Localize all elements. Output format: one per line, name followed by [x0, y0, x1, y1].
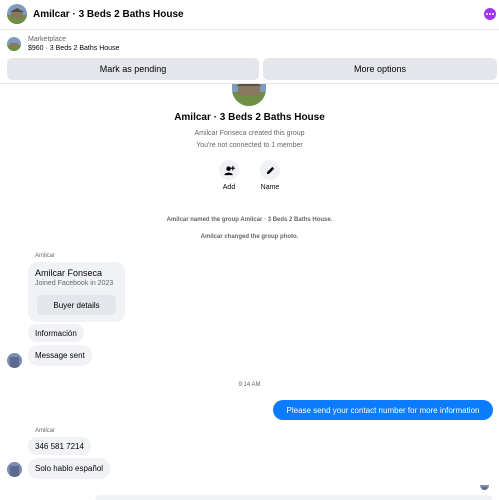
more-options-button[interactable]: More options: [263, 58, 497, 80]
group-name: Amilcar · 3 Beds 2 Baths House: [174, 112, 325, 123]
group-photo: [232, 84, 266, 106]
marketplace-bar: Marketplace $960 · 3 Beds 2 Baths House …: [0, 31, 499, 84]
sender-avatar[interactable]: [7, 353, 22, 368]
add-label: Add: [222, 184, 236, 191]
group-avatar[interactable]: [7, 4, 27, 24]
add-member-button[interactable]: Add: [209, 160, 249, 191]
connection-status-text: You're not connected to 1 member: [196, 142, 303, 149]
buyer-joined-text: Joined Facebook in 2023: [35, 280, 114, 287]
photo-changed-event: Amilcar changed the group photo.: [200, 234, 299, 240]
mark-as-pending-button[interactable]: Mark as pending: [7, 58, 259, 80]
marketplace-label: Marketplace: [28, 36, 67, 43]
listing-title[interactable]: $960 · 3 Beds 2 Baths House: [28, 45, 119, 52]
message-timestamp: 9:14 AM: [238, 382, 261, 388]
buyer-name: Amilcar Fonseca: [35, 268, 103, 278]
add-person-icon: [219, 160, 239, 180]
seen-by-avatar: [480, 481, 489, 490]
message-bubble-phone[interactable]: 346 581 7214: [28, 437, 91, 455]
buyer-details-button[interactable]: Buyer details: [37, 295, 116, 315]
chat-title[interactable]: Amilcar · 3 Beds 2 Baths House: [33, 9, 184, 20]
buyer-profile-card: Amilcar Fonseca Joined Facebook in 2023 …: [28, 262, 125, 322]
chat-header: Amilcar · 3 Beds 2 Baths House: [0, 0, 499, 30]
sender-name: Amilcar: [35, 253, 56, 259]
outgoing-message-bubble[interactable]: Please send your contact number for more…: [273, 400, 493, 420]
rename-group-button[interactable]: Name: [250, 160, 290, 191]
listing-thumbnail[interactable]: [7, 37, 21, 51]
message-bubble-sent[interactable]: Message sent: [28, 345, 92, 366]
sender-name: Amilcar: [35, 428, 56, 434]
more-dots-icon[interactable]: [484, 8, 496, 20]
sender-avatar[interactable]: [7, 462, 22, 477]
group-created-text: Amilcar Fonseca created this group: [194, 130, 305, 137]
group-renamed-event: Amilcar named the group Amilcar · 3 Beds…: [166, 217, 333, 223]
message-bubble-spanish[interactable]: Solo hablo español: [28, 458, 111, 479]
name-label: Name: [260, 184, 280, 191]
pencil-icon: [260, 160, 280, 180]
message-bubble-info[interactable]: Información: [28, 324, 84, 342]
message-composer[interactable]: [95, 495, 493, 500]
